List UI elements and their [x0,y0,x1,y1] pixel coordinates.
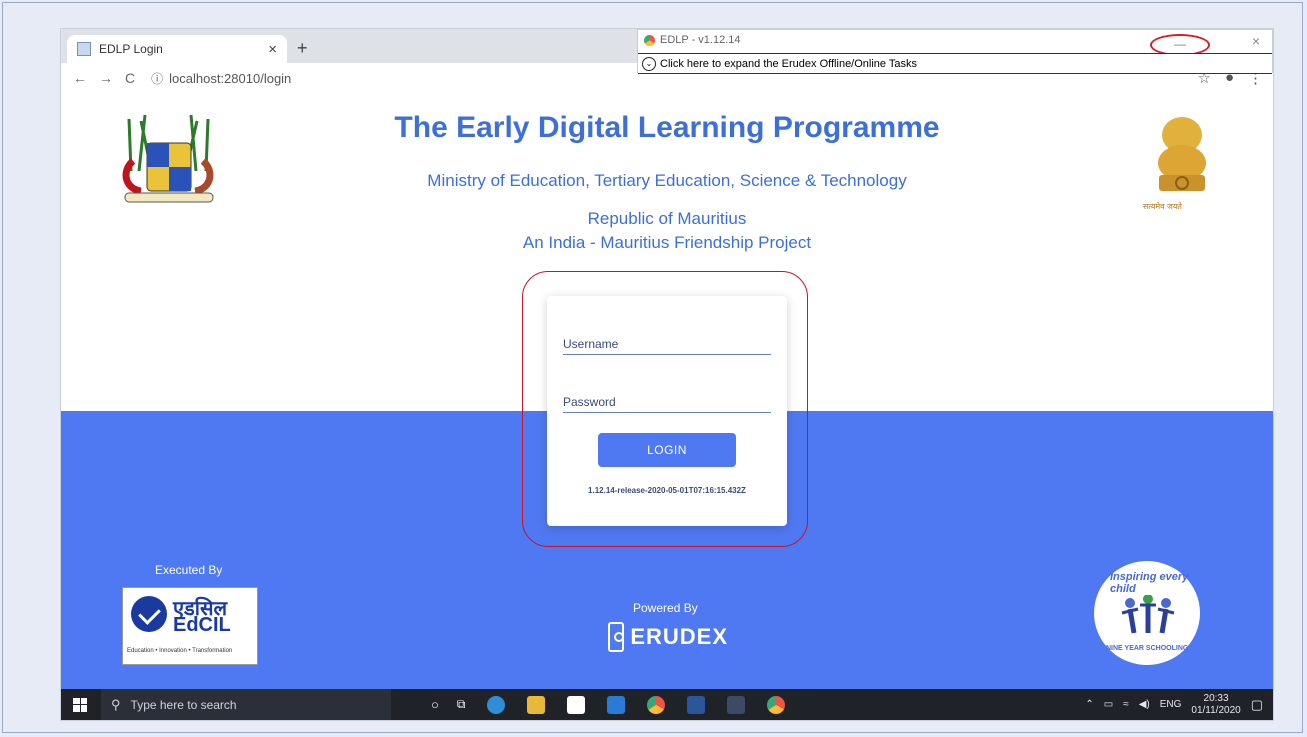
erudex-window-title: EDLP - v1.12.14 [644,34,741,46]
children-figures-icon [1121,595,1175,634]
task-view-icon[interactable]: ⧉ [457,697,466,712]
chevron-down-icon[interactable]: ⌄ [642,56,656,71]
nys-label: NINE YEAR SCHOOLING [1106,645,1189,652]
page-favicon-icon [77,42,91,56]
desktop-screen: EDLP Login × + ← → C ⓘ localhost:28010/lo… [61,29,1273,720]
expand-tasks-bar[interactable]: ⌄ Click here to expand the Erudex Offlin… [638,53,1272,74]
erudex-close-icon[interactable]: × [1252,33,1260,49]
edcil-check-icon [131,596,167,632]
minimize-icon[interactable]: — [1174,37,1186,51]
store-icon[interactable] [567,695,586,714]
forward-icon[interactable]: → [99,70,113,86]
windows-start-icon[interactable] [73,697,87,712]
new-tab-button[interactable]: + [297,38,308,59]
username-label: Username [563,337,619,351]
system-tray: ⌃ ▭ ≈ ◀) ENG 20:33 01/11/2020 ▢ [1085,689,1263,720]
chrome-icon[interactable] [647,695,666,714]
ministry-subtitle: Ministry of Education, Tertiary Educatio… [427,171,907,190]
cortana-icon[interactable]: ○ [431,697,439,712]
expand-tasks-text: Click here to expand the Erudex Offline/… [660,57,918,70]
edcil-tagline: Education • Innovation • Transformation [127,648,233,654]
page-title: The Early Digital Learning Programme [394,111,940,144]
edcil-logo: एडसिल EdCIL Education • Innovation • Tra… [122,587,258,665]
site-info-icon[interactable]: ⓘ [151,72,163,86]
erudex-phone-icon [608,622,625,652]
username-field[interactable]: Username [563,332,771,355]
clock-date: 01/11/2020 [1191,704,1241,716]
executed-by-label: Executed By [155,563,223,577]
browser-tab[interactable]: EDLP Login × [67,35,287,63]
tray-chevron-up-icon[interactable]: ⌃ [1085,699,1093,710]
powered-by-label: Powered By [633,601,698,615]
tab-close-icon[interactable]: × [268,41,277,58]
password-field[interactable]: Password [563,390,771,413]
password-label: Password [563,395,616,409]
clock-time: 20:33 [1203,692,1229,704]
file-explorer-icon[interactable] [527,695,546,714]
erudex-app-window: EDLP - v1.12.14 — × ⌄ Click here to expa… [637,29,1273,74]
edlp-app-icon[interactable] [767,695,786,714]
edcil-name: EdCIL [173,614,231,636]
erudex-app-icon [644,34,655,46]
republic-subtitle: Republic of Mauritius [587,209,747,228]
search-icon: ⚲ [111,696,121,712]
url-field[interactable]: ⓘ localhost:28010/login [151,70,291,87]
app-pin-icon[interactable] [727,695,746,714]
back-icon[interactable]: ← [73,70,87,86]
notification-icon[interactable]: ▢ [1251,697,1263,713]
volume-icon[interactable]: ◀) [1139,699,1150,710]
wifi-icon[interactable]: ≈ [1123,699,1129,710]
login-page: सत्यमेव जयते The Early Digital Learning … [61,93,1273,720]
nine-year-schooling-logo: Inspiring every child NINE YEAR SCHOOLIN… [1094,561,1200,665]
friendship-subtitle: An India - Mauritius Friendship Project [522,233,812,252]
nys-slogan: Inspiring every child [1110,571,1189,595]
windows-taskbar: ⚲ Type here to search ○ ⧉ ⌃ ▭ ≈ ◀) ENG 2… [61,689,1273,720]
taskbar-search-placeholder: Type here to search [130,697,237,712]
erudex-logo: ERUDEX [608,619,728,655]
erudex-window-title-text: EDLP - v1.12.14 [660,34,741,46]
reload-icon[interactable]: C [125,70,135,86]
battery-icon[interactable]: ▭ [1104,699,1113,710]
version-string: 1.12.14-release-2020-05-01T07:16:15.432Z [588,486,746,495]
login-card: Username Password LOGIN 1.12.14-release-… [547,296,787,526]
tab-title: EDLP Login [99,42,163,56]
taskbar-search-box[interactable]: ⚲ Type here to search [101,689,391,720]
edge-icon[interactable] [487,695,506,714]
login-button[interactable]: LOGIN [598,433,736,467]
screenshot-frame: EDLP Login × + ← → C ⓘ localhost:28010/lo… [2,2,1303,733]
language-indicator[interactable]: ENG [1160,699,1182,710]
taskbar-clock[interactable]: 20:33 01/11/2020 [1191,693,1240,717]
erudex-wordmark: ERUDEX [630,624,728,649]
word-icon[interactable] [687,695,706,714]
url-text: localhost:28010/login [169,70,292,86]
mail-icon[interactable] [607,695,626,714]
